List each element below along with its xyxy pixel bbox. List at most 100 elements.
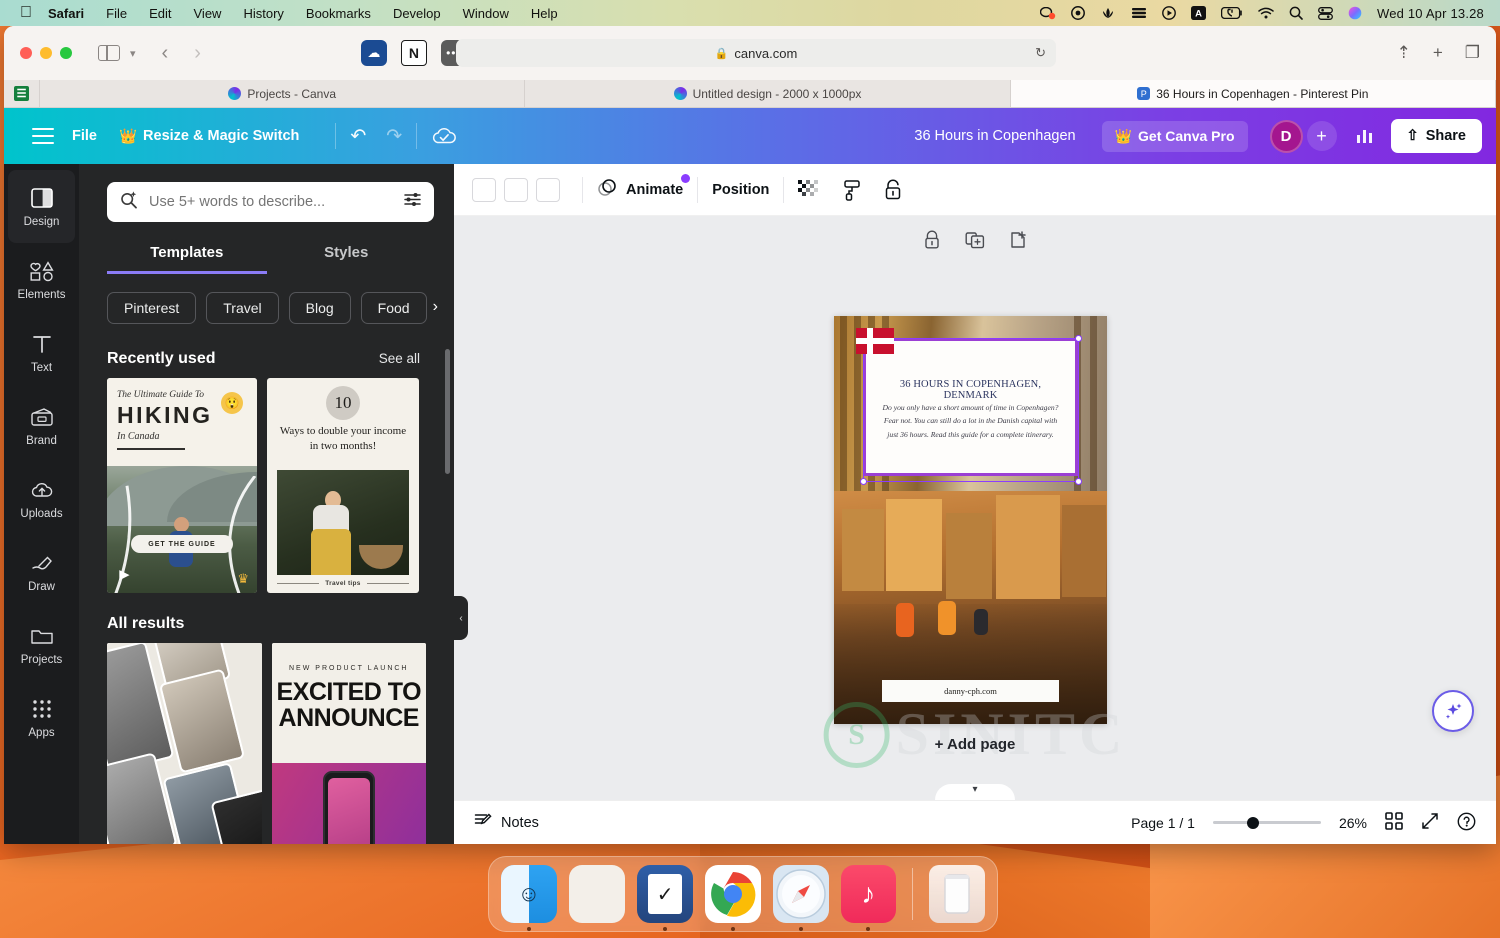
insights-chart-icon[interactable] — [1355, 127, 1375, 145]
lotus-icon[interactable] — [1100, 7, 1116, 20]
menu-item-edit[interactable]: Edit — [149, 6, 171, 21]
menu-item-view[interactable]: View — [194, 6, 222, 21]
reload-icon[interactable]: ↻ — [1035, 45, 1046, 61]
zoom-level-label[interactable]: 26% — [1339, 815, 1367, 831]
chip-travel[interactable]: Travel — [206, 292, 278, 324]
share-button[interactable]: ⇧ Share — [1391, 119, 1482, 153]
menu-item-bookmarks[interactable]: Bookmarks — [306, 6, 371, 21]
chevron-right-icon[interactable]: › — [433, 298, 438, 316]
cloud-saved-icon[interactable] — [431, 126, 457, 146]
panel-expand-handle[interactable]: ▾ — [935, 784, 1015, 800]
menu-item-history[interactable]: History — [243, 6, 283, 21]
onedrive-icon[interactable]: ☁ — [361, 40, 387, 66]
zoom-slider-knob[interactable] — [1247, 817, 1259, 829]
undo-button[interactable]: ↶ — [350, 125, 366, 148]
template-card-income[interactable]: 10 Ways to double your income in two mon… — [267, 378, 419, 593]
dock-app-safari[interactable] — [773, 865, 829, 923]
wifi-icon[interactable] — [1258, 7, 1274, 19]
color-swatch-2[interactable] — [504, 178, 528, 202]
text-input-a-icon[interactable]: A — [1191, 6, 1206, 20]
add-page-button[interactable]: + Add page — [935, 736, 1016, 753]
file-menu-button[interactable]: File — [72, 128, 97, 144]
canvas-area[interactable]: 36 HOURS IN COPENHAGEN, DENMARK Do you o… — [454, 216, 1496, 800]
paint-roller-icon[interactable] — [842, 179, 862, 201]
timemachine-icon[interactable] — [1071, 6, 1085, 20]
design-canvas-page[interactable]: 36 HOURS IN COPENHAGEN, DENMARK Do you o… — [834, 316, 1107, 724]
lock-icon[interactable] — [884, 179, 902, 201]
user-avatar[interactable]: D — [1270, 120, 1303, 153]
position-button[interactable]: Position — [712, 182, 769, 198]
browser-tab-untitled[interactable]: Untitled design - 2000 x 1000px — [525, 80, 1010, 107]
dock-app-finder[interactable]: ☺ — [501, 865, 557, 923]
chip-food[interactable]: Food — [361, 292, 427, 324]
sidebar-item-draw[interactable]: Draw — [4, 535, 79, 608]
search-icon[interactable] — [1289, 6, 1303, 20]
back-button[interactable]: ‹ — [162, 42, 169, 65]
invite-collaborator-button[interactable]: + — [1307, 121, 1337, 151]
template-card-announce[interactable]: NEW PRODUCT LAUNCH EXCITED TO ANNOUNCE — [272, 643, 427, 844]
fullscreen-icon[interactable] — [1421, 812, 1439, 833]
address-bar[interactable]: 🔒 canva.com ↻ — [456, 39, 1056, 67]
sidebar-item-projects[interactable]: Projects — [4, 608, 79, 681]
add-page-icon[interactable] — [1009, 230, 1027, 255]
apple-menu-icon[interactable]:  — [20, 5, 32, 21]
menu-item-safari[interactable]: Safari — [48, 6, 84, 21]
chip-pinterest[interactable]: Pinterest — [107, 292, 196, 324]
menu-item-window[interactable]: Window — [463, 6, 509, 21]
sidebar-item-uploads[interactable]: Uploads — [4, 462, 79, 535]
control-center-icon[interactable] — [1318, 7, 1333, 20]
dock-app-launchpad[interactable] — [569, 865, 625, 923]
menubar-clock[interactable]: Wed 10 Apr 13.28 — [1377, 6, 1484, 21]
dock-app-trash[interactable] — [929, 865, 985, 923]
design-text-card[interactable]: 36 HOURS IN COPENHAGEN, DENMARK Do you o… — [863, 338, 1078, 476]
template-card-collage[interactable] — [107, 643, 262, 844]
menu-item-develop[interactable]: Develop — [393, 6, 441, 21]
battery-icon[interactable] — [1221, 7, 1243, 19]
play-icon[interactable] — [1162, 6, 1176, 20]
notes-button[interactable]: Notes — [474, 812, 539, 834]
tab-overview-icon[interactable]: ❐ — [1465, 43, 1480, 63]
sidebar-item-elements[interactable]: Elements — [4, 243, 79, 316]
forward-button[interactable]: › — [194, 42, 201, 65]
panel-scrollbar[interactable] — [445, 349, 450, 474]
browser-tab-projects[interactable]: Projects - Canva — [40, 80, 525, 107]
chip-blog[interactable]: Blog — [289, 292, 351, 324]
transparency-icon[interactable] — [798, 180, 820, 200]
menu-hamburger-icon[interactable] — [32, 128, 54, 144]
color-swatch-1[interactable] — [472, 178, 496, 202]
window-traffic-lights[interactable] — [20, 47, 72, 59]
duplicate-page-icon[interactable] — [965, 230, 985, 255]
help-icon[interactable] — [1457, 812, 1476, 834]
sidebar-item-brand[interactable]: Brand — [4, 389, 79, 462]
new-tab-icon[interactable]: + — [1433, 43, 1443, 63]
get-canva-pro-button[interactable]: 👑 Get Canva Pro — [1102, 121, 1248, 152]
collapse-panel-handle[interactable]: ‹ — [454, 596, 468, 640]
animate-button[interactable]: Animate — [597, 178, 683, 202]
stacks-icon[interactable] — [1131, 7, 1147, 19]
magic-ai-button[interactable] — [1432, 690, 1474, 732]
zoom-slider[interactable] — [1213, 821, 1321, 824]
menu-item-help[interactable]: Help — [531, 6, 558, 21]
chevron-down-icon[interactable]: ▾ — [130, 47, 136, 60]
siri-icon[interactable] — [1348, 6, 1362, 20]
maximize-window-button[interactable] — [60, 47, 72, 59]
see-all-link[interactable]: See all — [379, 351, 420, 366]
search-input[interactable] — [149, 194, 393, 210]
sidebar-item-design[interactable]: Design — [8, 170, 75, 243]
browser-tab-copenhagen[interactable]: P 36 Hours in Copenhagen - Pinterest Pin — [1011, 80, 1496, 107]
sidebar-item-apps[interactable]: Apps — [4, 681, 79, 754]
grid-view-icon[interactable] — [1385, 812, 1403, 833]
notion-icon[interactable]: N — [401, 40, 427, 66]
tab-sheets-icon[interactable]: ☰ — [4, 80, 40, 107]
close-window-button[interactable] — [20, 47, 32, 59]
dock-app-things[interactable]: ✓ — [637, 865, 693, 923]
tab-styles[interactable]: Styles — [267, 244, 427, 274]
search-filters-icon[interactable] — [403, 191, 422, 213]
tab-templates[interactable]: Templates — [107, 244, 267, 274]
sidebar-toggle-icon[interactable] — [98, 45, 120, 61]
document-title[interactable]: 36 Hours in Copenhagen — [914, 128, 1075, 144]
minimize-window-button[interactable] — [40, 47, 52, 59]
menu-item-file[interactable]: File — [106, 6, 127, 21]
dock-app-chrome[interactable] — [705, 865, 761, 923]
screen-recording-icon[interactable] — [1040, 7, 1056, 20]
